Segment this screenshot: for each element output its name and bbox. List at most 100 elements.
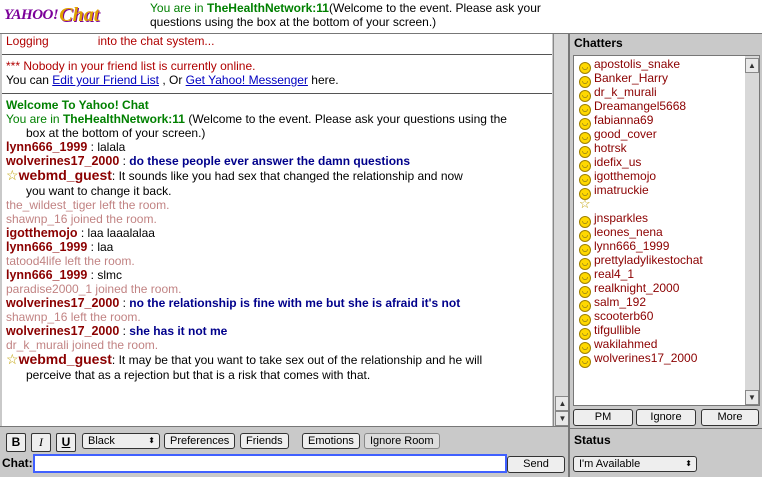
room-name: TheHealthNetwork:11 xyxy=(206,1,329,15)
nickname[interactable]: lynn666_1999 xyxy=(6,240,87,254)
nickname[interactable]: lynn666_1999 xyxy=(6,140,87,154)
chatter-item[interactable]: ◡ fabianna69 xyxy=(574,113,746,130)
chatters-list[interactable]: ◡ apostolis_snake ◡ Banker_Harry ◡ dr_k_mural… xyxy=(573,55,747,406)
message-text: slmc xyxy=(97,268,122,282)
room-prefix: You are in xyxy=(150,1,207,15)
logging-line: Logging into the chat system... xyxy=(2,34,552,48)
room-info: You are in TheHealthNetwork:11(Welcome t… xyxy=(150,1,558,29)
logging-text: into the chat system... xyxy=(97,34,215,48)
chatters-scrollbar[interactable]: ▲ ▼ xyxy=(745,55,760,406)
chat-input[interactable] xyxy=(33,454,507,473)
pm-button[interactable]: PM xyxy=(573,409,633,426)
chatter-name: apostolis_snake xyxy=(594,57,681,71)
chatter-name: real4_1 xyxy=(594,267,635,281)
scroll-up-icon[interactable]: ▲ xyxy=(745,58,759,73)
chatter-item[interactable]: ◡ lynn666_1999 xyxy=(574,239,746,256)
chatters-title: Chatters xyxy=(574,36,623,50)
chatter-name: good_cover xyxy=(594,127,657,141)
chatter-name: dr_k_murali xyxy=(594,85,657,99)
divider xyxy=(2,54,552,55)
more-button[interactable]: More xyxy=(701,409,759,426)
chatter-item[interactable]: ◡ real4_1 xyxy=(574,267,746,284)
chatter-item[interactable]: ◡ prettyladylikestochat xyxy=(574,253,746,270)
message-text: do these people ever answer the damn que… xyxy=(129,154,411,168)
chatter-name: leones_nena xyxy=(594,225,663,239)
smiley-icon: ◡ xyxy=(579,356,591,368)
chatter-item[interactable]: ◡ Dreamangel5668 xyxy=(574,99,746,116)
nickname[interactable]: webmd_guest xyxy=(19,351,112,367)
nickname[interactable]: wolverines17_2000 xyxy=(6,296,119,310)
friends-button[interactable]: Friends xyxy=(240,433,289,449)
get-messenger-link[interactable]: Get Yahoo! Messenger xyxy=(186,73,308,87)
chatter-item[interactable]: ◡ wolverines17_2000 xyxy=(574,351,746,368)
sep: : xyxy=(77,226,88,240)
preferences-button[interactable]: Preferences xyxy=(164,433,236,449)
sep: : xyxy=(87,140,98,154)
edit-friend-list-link[interactable]: Edit your Friend List xyxy=(52,73,159,87)
logo-yahoo-text: YAHOO! xyxy=(4,6,59,23)
chatter-name: prettyladylikestochat xyxy=(594,253,703,267)
chatter-name: salm_192 xyxy=(594,295,647,309)
nickname[interactable]: wolverines17_2000 xyxy=(6,324,119,338)
nickname[interactable]: igotthemojo xyxy=(6,226,78,240)
bold-button[interactable]: B xyxy=(6,433,26,452)
chatter-item[interactable]: ◡ hotrsk xyxy=(574,141,746,158)
chatter-item[interactable]: ◡ realknight_2000 xyxy=(574,281,746,298)
sep: : xyxy=(119,296,130,310)
chat-message: igotthemojo : laa laaalalaa xyxy=(2,226,552,240)
star-icon: ☆ xyxy=(579,196,591,211)
chatter-name: Dreamangel5668 xyxy=(594,99,687,113)
chatter-item[interactable]: ◡ good_cover xyxy=(574,127,746,144)
star-icon: ☆ xyxy=(6,167,19,183)
welcome-heading: Welcome To Yahoo! Chat xyxy=(6,98,149,112)
send-button[interactable]: Send xyxy=(507,456,565,473)
chatter-item[interactable]: ◡ imatruckie xyxy=(574,183,746,200)
chat-transcript[interactable]: Logging into the chat system... *** Nobod… xyxy=(2,34,552,426)
chatter-item[interactable]: ◡ wakilahmed xyxy=(574,337,746,354)
ignore-room-button[interactable]: Ignore Room xyxy=(364,433,440,449)
nickname[interactable]: wolverines17_2000 xyxy=(6,154,119,168)
chat-message: lynn666_1999 : slmc xyxy=(2,268,552,282)
chat-message: ☆webmd_guest: It sounds like you had sex… xyxy=(2,168,552,184)
message-text-cont: perceive that as a rejection but that is… xyxy=(26,368,371,382)
chatter-item[interactable]: ◡ leones_nena xyxy=(574,225,746,242)
italic-button[interactable]: I xyxy=(31,433,51,452)
color-select[interactable]: Black ⬍ xyxy=(82,433,160,449)
status-select[interactable]: I'm Available ⬍ xyxy=(573,456,697,472)
nickname[interactable]: lynn666_1999 xyxy=(6,268,87,282)
here-text: here. xyxy=(307,73,339,87)
sep: : xyxy=(87,268,98,282)
underline-button[interactable]: U xyxy=(56,433,76,452)
chatter-item[interactable]: ◡ apostolis_snake xyxy=(574,57,746,74)
chatter-name: jnsparkles xyxy=(594,211,649,225)
event-nick: dr_k_murali xyxy=(6,338,69,352)
logging-word: Logging xyxy=(6,34,49,48)
nobody-online-line: *** Nobody in your friend list is curren… xyxy=(2,59,552,73)
chatter-item[interactable]: ◡ scooterb60 xyxy=(574,309,746,326)
event-text: left the room. xyxy=(96,198,170,212)
color-select-value: Black xyxy=(88,435,115,447)
scroll-down-icon[interactable]: ▼ xyxy=(745,390,759,405)
event-nick: paradise2000_1 xyxy=(6,282,93,296)
chatter-item[interactable]: ◡ jnsparkles xyxy=(574,211,746,228)
chatter-item[interactable]: ◡ dr_k_murali xyxy=(574,85,746,102)
chatter-name: wolverines17_2000 xyxy=(594,351,698,365)
message-text: she has it not me xyxy=(129,324,228,338)
message-text-cont: you want to change it back. xyxy=(26,184,172,198)
chat-scrollbar[interactable]: ▲ ▼ xyxy=(553,34,570,426)
chatter-item[interactable]: ◡ salm_192 xyxy=(574,295,746,312)
chatter-item[interactable]: ◡ Banker_Harry xyxy=(574,71,746,88)
sep: : xyxy=(119,154,130,168)
ignore-button[interactable]: Ignore xyxy=(636,409,696,426)
status-title: Status xyxy=(574,433,611,447)
friend-links-line: You can Edit your Friend List , Or Get Y… xyxy=(2,73,552,87)
emotions-button[interactable]: Emotions xyxy=(302,433,360,449)
event-text: left the room. xyxy=(61,254,135,268)
chatter-item[interactable]: ◡ tifgullible xyxy=(574,323,746,340)
nickname[interactable]: webmd_guest xyxy=(19,167,112,183)
sep: : xyxy=(87,240,98,254)
chatter-item[interactable]: ◡ idefix_us xyxy=(574,155,746,172)
chatter-item[interactable]: ◡ igotthemojo xyxy=(574,169,746,186)
room-event: the_wildest_tiger left the room. xyxy=(2,198,552,212)
chatter-item[interactable]: ☆ xyxy=(574,197,746,211)
